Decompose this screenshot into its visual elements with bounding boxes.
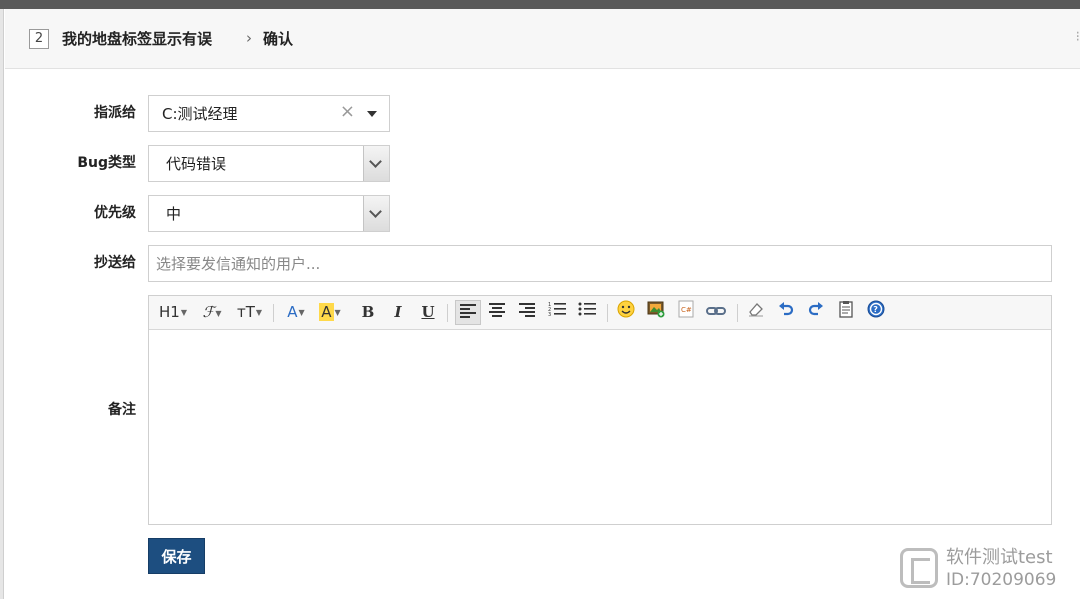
caret-down-icon[interactable] [367, 111, 377, 117]
comment-label: 备注 [108, 402, 136, 418]
link-icon[interactable] [705, 300, 727, 325]
close-icon[interactable]: ⁝ [1076, 29, 1080, 45]
save-button[interactable]: 保存 [148, 538, 205, 574]
priority-select[interactable]: 中 [148, 195, 390, 232]
emoticon-icon[interactable] [615, 300, 637, 325]
font-family-icon[interactable]: ℱ▼ [201, 300, 223, 325]
chevron-down-icon [369, 155, 382, 168]
editor-content-area[interactable] [149, 330, 1051, 524]
chevron-down-icon [369, 205, 382, 218]
watermark-line-2: ID:70209069 [946, 570, 1057, 590]
bug-type-label: Bug类型 [77, 155, 136, 171]
paste-word-icon[interactable] [835, 300, 857, 325]
dropdown-button[interactable] [363, 196, 389, 231]
page-title: 确认 [263, 30, 294, 48]
ordered-list-icon[interactable]: 123 [546, 300, 568, 325]
eraser-icon[interactable] [745, 300, 767, 325]
cc-placeholder: 选择要发信通知的用户... [156, 255, 321, 273]
undo-icon[interactable] [775, 300, 797, 325]
watermark-line-1: 软件测试test [946, 547, 1053, 568]
svg-text:3: 3 [548, 312, 551, 317]
help-icon[interactable]: ? [865, 300, 887, 325]
font-size-icon[interactable]: ᴛT▼ [237, 300, 262, 325]
priority-value: 中 [166, 205, 182, 223]
window-top-bar [0, 0, 1080, 9]
breadcrumb-separator: › [246, 29, 252, 47]
redo-icon[interactable] [805, 300, 827, 325]
bug-type-select[interactable]: 代码错误 [148, 145, 390, 182]
assign-to-label: 指派给 [94, 105, 136, 121]
cc-label: 抄送给 [94, 255, 136, 271]
editor-toolbar: H1▼ ℱ▼ ᴛT▼ A▼ A ▼ B I U 123 C# ? [149, 296, 1051, 330]
cc-input[interactable]: 选择要发信通知的用户... [148, 245, 1052, 282]
dropdown-button[interactable] [363, 146, 389, 181]
left-edge [0, 9, 4, 599]
image-icon[interactable] [645, 300, 667, 325]
align-left-icon[interactable] [455, 300, 481, 325]
unordered-list-icon[interactable] [576, 300, 598, 325]
page-header: 2 我的地盘标签显示有误 › 确认 ⁝ [5, 9, 1080, 69]
align-right-icon[interactable] [516, 300, 538, 325]
bug-id-badge: 2 [29, 29, 49, 49]
svg-text:?: ? [873, 305, 878, 314]
priority-label: 优先级 [94, 205, 136, 221]
bug-title-link[interactable]: 我的地盘标签显示有误 [62, 28, 212, 50]
clear-icon[interactable]: × [340, 102, 355, 122]
italic-icon[interactable]: I [387, 300, 409, 325]
font-color-icon[interactable]: A▼ [285, 300, 307, 325]
svg-text:C#: C# [681, 306, 692, 314]
assign-to-value: C:测试经理 [162, 105, 238, 123]
bold-icon[interactable]: B [357, 300, 379, 325]
highlight-icon[interactable]: A ▼ [319, 300, 341, 325]
underline-icon[interactable]: U [417, 300, 439, 325]
heading-icon[interactable]: H1▼ [159, 300, 187, 325]
align-center-icon[interactable] [486, 300, 508, 325]
watermark: 软件测试test ID:70209069 [898, 546, 1078, 594]
assign-to-select[interactable]: C:测试经理 × [148, 95, 390, 132]
bug-type-value: 代码错误 [166, 155, 227, 173]
watermark-logo-icon [900, 548, 938, 588]
code-icon[interactable]: C# [675, 300, 697, 325]
rich-text-editor[interactable]: H1▼ ℱ▼ ᴛT▼ A▼ A ▼ B I U 123 C# ? [148, 295, 1052, 525]
